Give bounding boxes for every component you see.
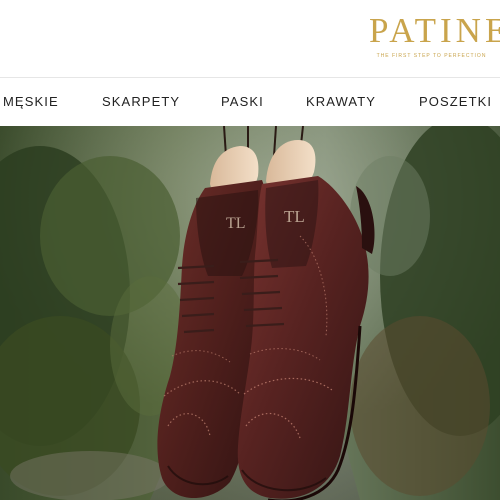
brand-tagline: THE FIRST STEP TO PERFECTION: [376, 53, 487, 59]
nav-item-krawaty[interactable]: KRAWATY: [306, 78, 376, 127]
main-nav: MĘSKIE SKARPETY PASKI KRAWATY POSZETKI: [0, 77, 500, 127]
nav-item-poszetki[interactable]: POSZETKI: [419, 78, 492, 127]
brand-name: PATINE: [369, 11, 500, 50]
shoe-tree-imprint-left: TL: [226, 215, 246, 232]
nav-item-paski[interactable]: PASKI: [221, 78, 264, 127]
brand-logo[interactable]: PATINE THE FIRST STEP TO PERFECTION: [369, 10, 500, 59]
shoe-tree-imprint-right: TL: [284, 207, 305, 226]
site-header: PATINE THE FIRST STEP TO PERFECTION: [0, 0, 500, 77]
hero-image: TL TL: [0, 126, 500, 500]
hero-banner[interactable]: TL TL: [0, 126, 500, 500]
nav-item-skarpety[interactable]: SKARPETY: [102, 78, 180, 127]
nav-item-meskie[interactable]: MĘSKIE: [3, 78, 59, 127]
